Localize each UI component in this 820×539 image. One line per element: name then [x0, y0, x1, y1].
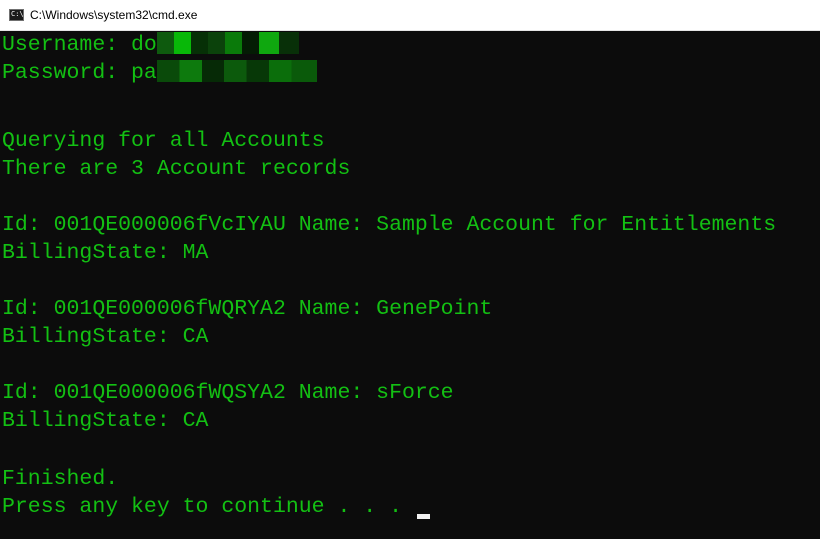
console-line: Id: 001QE000006fVcIYAU Name: Sample Acco… — [2, 213, 777, 237]
console-line: Id: 001QE000006fWQRYA2 Name: GenePoint — [2, 297, 493, 321]
cmd-icon[interactable] — [9, 9, 24, 21]
redacted-password — [156, 60, 317, 82]
console-line: BillingState: CA — [2, 409, 209, 433]
console-line: Password: pa — [2, 59, 317, 87]
console-line: Id: 001QE000006fWQSYA2 Name: sForce — [2, 381, 454, 405]
console-output[interactable]: Username: do Password: pa Querying for a… — [0, 31, 820, 539]
redacted-username — [156, 32, 299, 54]
console-line: Finished. — [2, 467, 119, 491]
text-cursor — [417, 514, 430, 519]
console-line: There are 3 Account records — [2, 157, 351, 181]
cmd-window: C:\Windows\system32\cmd.exe Username: do… — [0, 0, 820, 539]
title-bar[interactable]: C:\Windows\system32\cmd.exe — [0, 0, 820, 31]
console-line: Username: do — [2, 31, 299, 59]
console-line: Press any key to continue . . . — [2, 495, 415, 519]
console-line: BillingState: CA — [2, 325, 209, 349]
console-line: Querying for all Accounts — [2, 129, 325, 153]
console-line: BillingState: MA — [2, 241, 209, 265]
window-title: C:\Windows\system32\cmd.exe — [30, 8, 198, 22]
